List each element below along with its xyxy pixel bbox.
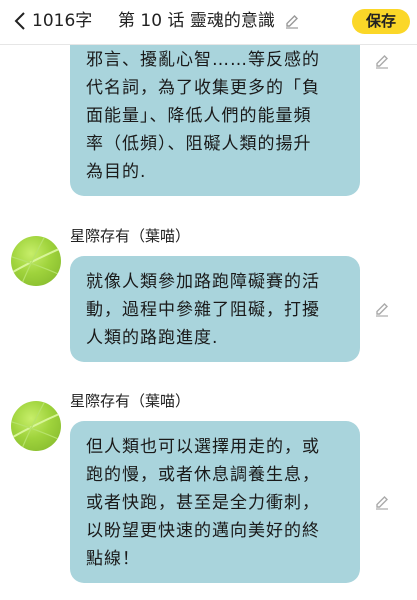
chevron-left-icon[interactable] [12,10,28,32]
avatar[interactable] [11,401,61,451]
message-bubble[interactable]: 但人類也可以選擇用走的，或 跑的慢，或者休息調養生息， 或者快跑，甚至是全力衝刺… [70,421,360,583]
author-name: 星際存有（葉喵） [70,227,191,245]
message-line: 邪言、擾亂心智……等反感的 [86,50,320,70]
message-line: 代名詞，為了收集更多的「負 [86,78,320,98]
save-button[interactable]: 保存 [352,9,410,34]
chapter-title: 第 10 话 靈魂的意識 [118,11,275,31]
message-bubble[interactable]: 邪言、擾亂心智……等反感的 代名詞，為了收集更多的「負 面能量」、降低人們的能量… [70,36,360,196]
pencil-icon[interactable] [374,494,390,510]
message-line: 人類的路跑進度. [86,328,219,348]
message-bubble[interactable]: 就像人類參加路跑障礙賽的活 動，過程中參雜了阻礙，打擾 人類的路跑進度. [70,256,360,362]
message-line: 或者快跑，甚至是全力衝刺， [86,493,320,513]
message-line: 為目的. [86,162,147,182]
message-line: 以盼望更快速的邁向美好的終 [86,521,320,541]
message-line: 就像人類參加路跑障礙賽的活 [86,272,320,292]
message-line: 動，過程中參雜了阻礙，打擾 [86,300,320,320]
message-line: 面能量」、降低人們的能量頻 [86,106,312,126]
title-edit-pencil-icon[interactable] [284,13,300,29]
message-line: 點線！ [86,549,140,569]
avatar[interactable] [11,236,61,286]
message-line: 率（低頻）、阻礙人類的揚升 [86,134,312,154]
word-count: 1016字 [32,11,93,31]
pencil-icon[interactable] [374,301,390,317]
pencil-icon[interactable] [374,53,390,69]
message-line: 但人類也可以選擇用走的，或 [86,437,320,457]
message-line: 跑的慢，或者休息調養生息， [86,465,320,485]
top-bar: 1016字 第 10 话 靈魂的意識 保存 [0,0,417,45]
author-name: 星際存有（葉喵） [70,392,191,410]
